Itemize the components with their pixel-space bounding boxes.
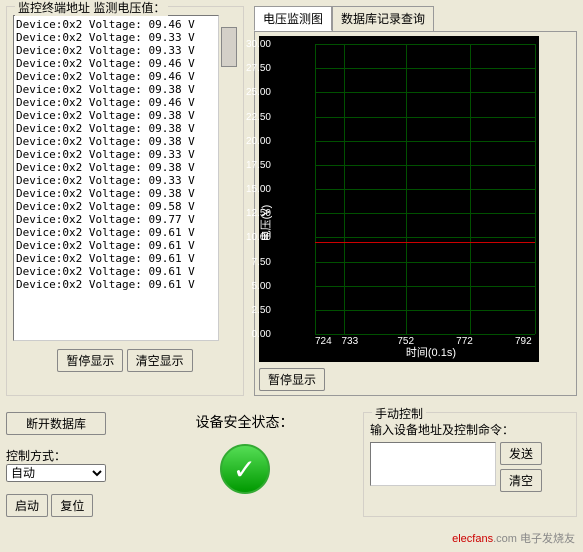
- y-tick: 17.50: [241, 160, 271, 171]
- y-axis: 30.0027.5025.0022.5020.0017.5015.0012.50…: [259, 36, 297, 362]
- manual-control-group: 手动控制 输入设备地址及控制命令： 发送 清空: [363, 412, 577, 517]
- reset-button[interactable]: 复位: [51, 494, 93, 517]
- y-tick: 10.00: [241, 232, 271, 243]
- disconnect-db-button[interactable]: 断开数据库: [6, 412, 106, 435]
- y-tick: 20.00: [241, 136, 271, 147]
- y-tick: 27.50: [241, 63, 271, 74]
- y-tick: 12.50: [241, 208, 271, 219]
- x-tick: 792: [515, 336, 532, 347]
- log-listbox[interactable]: Device:0x2 Voltage: 09.46 V Device:0x2 V…: [13, 15, 219, 341]
- x-tick: 752: [397, 336, 414, 347]
- tab-voltage-chart[interactable]: 电压监测图: [254, 6, 332, 31]
- y-tick: 5.00: [241, 281, 271, 292]
- plot-area: [315, 44, 535, 334]
- control-mode-label: 控制方式：: [6, 447, 126, 464]
- y-tick: 15.00: [241, 184, 271, 195]
- log-panel: 监控终端地址 监测电压值： Device:0x2 Voltage: 09.46 …: [6, 6, 244, 396]
- voltage-chart: 电压(V) 30.0027.5025.0022.5020.0017.5015.0…: [259, 36, 539, 362]
- checkmark-icon: ✓: [233, 453, 256, 486]
- log-panel-title: 监控终端地址 监测电压值：: [15, 0, 168, 16]
- pause-chart-button[interactable]: 暂停显示: [259, 368, 325, 391]
- tab-db-query[interactable]: 数据库记录查询: [332, 6, 434, 31]
- log-scrollbar[interactable]: [221, 23, 237, 343]
- y-tick: 0.00: [241, 329, 271, 340]
- voltage-series-line: [315, 242, 535, 243]
- y-tick: 30.00: [241, 39, 271, 50]
- start-button[interactable]: 启动: [6, 494, 48, 517]
- send-button[interactable]: 发送: [500, 442, 542, 465]
- status-ok-icon: ✓: [220, 444, 270, 494]
- pause-log-button[interactable]: 暂停显示: [57, 349, 123, 372]
- scroll-thumb[interactable]: [221, 27, 237, 67]
- y-tick: 7.50: [241, 257, 271, 268]
- x-tick: 724: [315, 336, 332, 347]
- y-tick: 2.50: [241, 305, 271, 316]
- chart-tabs: 电压监测图 数据库记录查询: [254, 6, 577, 31]
- status-label: 设备安全状态：: [146, 412, 343, 432]
- manual-prompt: 输入设备地址及控制命令：: [370, 421, 570, 438]
- manual-group-title: 手动控制: [372, 405, 426, 422]
- clear-cmd-button[interactable]: 清空: [500, 469, 542, 492]
- control-mode-select[interactable]: 自动: [6, 464, 106, 482]
- y-tick: 25.00: [241, 87, 271, 98]
- manual-command-input[interactable]: [370, 442, 496, 486]
- x-axis: 时间(0.1s) 724733752772792: [297, 334, 539, 362]
- y-tick: 22.50: [241, 112, 271, 123]
- x-tick: 733: [341, 336, 358, 347]
- footer-watermark: elecfans.com 电子发烧友: [452, 530, 575, 546]
- x-tick: 772: [456, 336, 473, 347]
- clear-log-button[interactable]: 清空显示: [127, 349, 193, 372]
